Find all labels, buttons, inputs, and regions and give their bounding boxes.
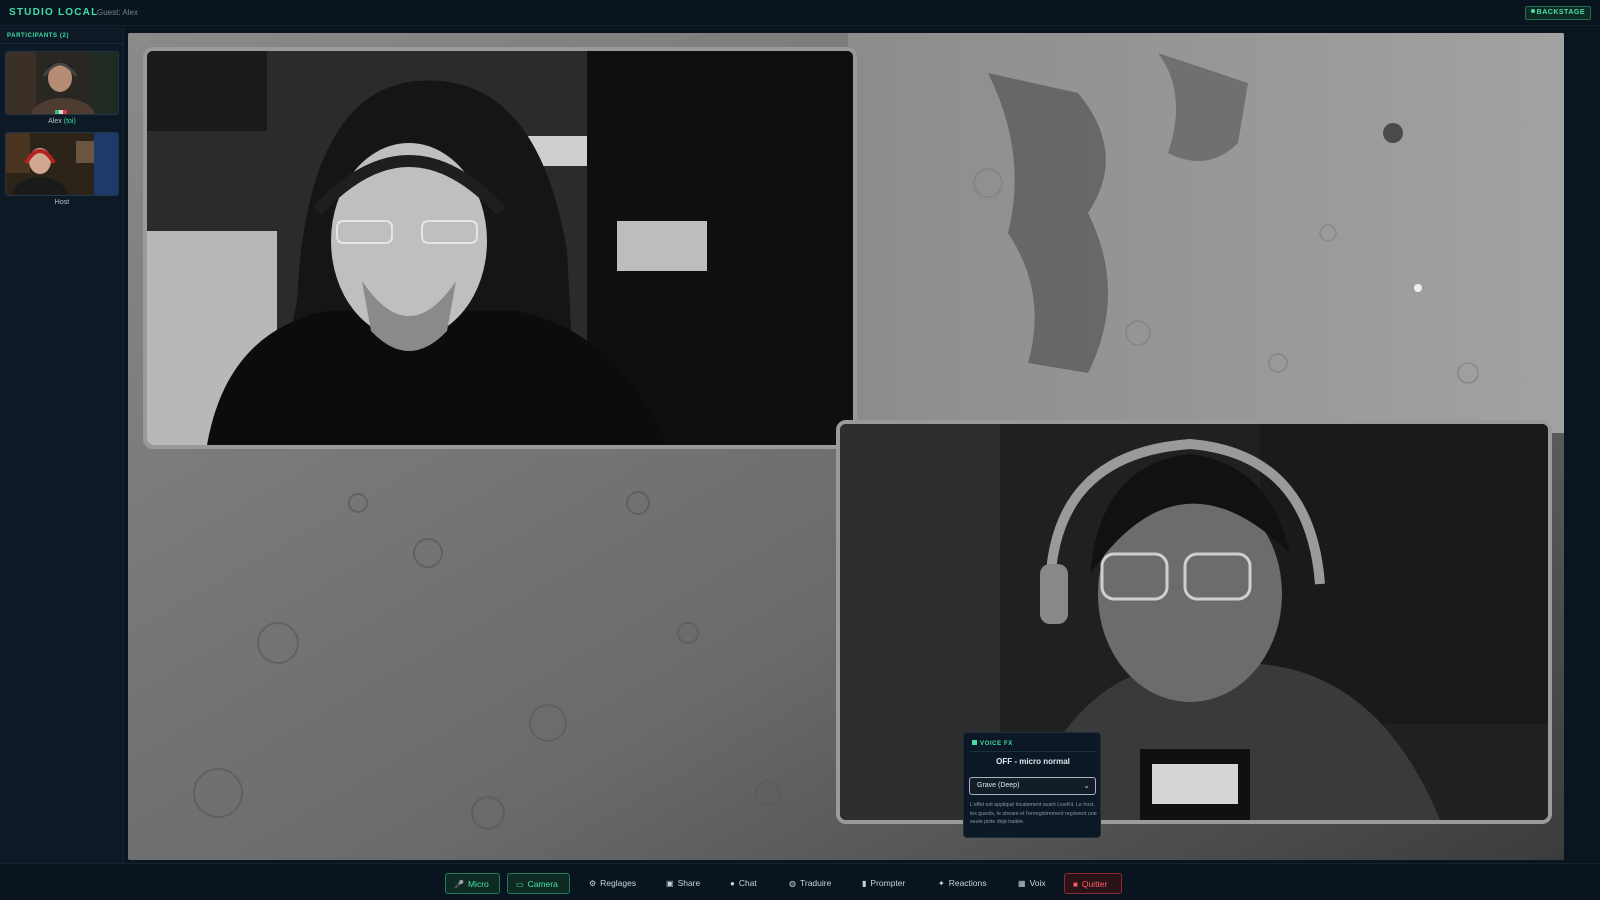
quitter-label: Quitter [1081,879,1108,889]
guest-label: Guest: Alex [97,8,138,17]
voice-fx-panel: VOICE FX OFF - micro normal Grave (Deep)… [963,732,1101,838]
prompter-label: Prompter [870,878,906,888]
participant-name-alex: Alex (toi) [5,118,119,125]
micro-button[interactable]: 🎤 Micro [445,873,500,894]
app-brand: STUDIO LOCAL [9,7,99,18]
traduire-label: Traduire [799,878,832,888]
chat-bubble-icon: ● [730,879,735,888]
prompter-icon: ▮ [862,879,867,888]
voice-fx-divider [970,751,1096,752]
voice-fx-note: L'effet est appliqué localement avant Li… [970,802,1097,825]
voice-fx-title: VOICE FX [980,741,1013,747]
camera-icon: ▭ [516,880,524,889]
participant-self-tag: (toi) [63,118,76,125]
quitter-button[interactable]: ■ Quitter [1064,873,1122,894]
backstage-badge[interactable]: BACKSTAGE [1524,6,1591,20]
chat-button[interactable]: ● Chat [722,873,772,894]
bottom-toolbar: 🎤 Micro ▭ Camera ⚙ Reglages ▣ Share ● Chat ◍ T… [0,863,1600,900]
globe-icon: ◍ [789,879,796,888]
participants-title: PARTICIPANTS (2) [7,33,70,39]
micro-label: Micro [467,879,489,889]
top-bar: STUDIO LOCAL Guest: Alex BACKSTAGE [0,0,1600,26]
sidebar-divider [0,43,124,44]
gear-icon: ⚙ [589,879,597,888]
voice-fx-selected: Grave (Deep) [977,782,1020,789]
chevron-down-icon: ⌄ [1083,781,1090,790]
voice-fx-header: VOICE FX [972,740,1013,747]
participants-sidebar: PARTICIPANTS (2) Alex (toi) Host [0,27,124,863]
exit-icon: ■ [1073,880,1078,889]
reglages-label: Reglages [600,878,637,888]
guest-video-tile[interactable] [836,420,1552,824]
traduire-button[interactable]: ◍ Traduire [781,873,845,894]
status-dot-icon [1530,9,1535,13]
reactions-button[interactable]: ✦ Reactions [930,873,1004,894]
voice-fx-status[interactable]: OFF - micro normal [964,757,1102,766]
prompter-button[interactable]: ▮ Prompter [854,873,924,894]
reactions-label: Reactions [948,878,987,888]
participant-name: Alex [48,118,62,125]
sparkle-icon: ✦ [938,879,945,888]
chat-label: Chat [738,878,757,888]
voice-fx-icon [972,740,977,745]
screen-share-icon: ▣ [666,879,674,888]
camera-label: Camera [527,879,558,889]
backstage-label: BACKSTAGE [1536,9,1585,16]
participant-video-alex [6,52,118,114]
voix-label: Voix [1029,878,1046,888]
participant-thumbnail-alex[interactable] [5,51,119,115]
voice-fx-select[interactable]: Grave (Deep) ⌄ [969,777,1096,795]
host-video-feed [147,51,853,445]
share-label: Share [677,878,701,888]
stage-area [128,33,1564,860]
camera-button[interactable]: ▭ Camera [507,873,570,894]
guest-video-feed [840,424,1548,820]
voice-icon: ▦ [1018,879,1026,888]
participant-video-host [6,133,118,195]
reglages-button[interactable]: ⚙ Reglages [581,873,648,894]
participant-name-host: Host [54,199,70,206]
host-video-tile[interactable] [143,47,857,449]
share-button[interactable]: ▣ Share [658,873,713,894]
microphone-icon: 🎤 [454,880,464,889]
participant-thumbnail-host[interactable] [5,132,119,196]
voix-button[interactable]: ▦ Voix [1010,873,1056,894]
